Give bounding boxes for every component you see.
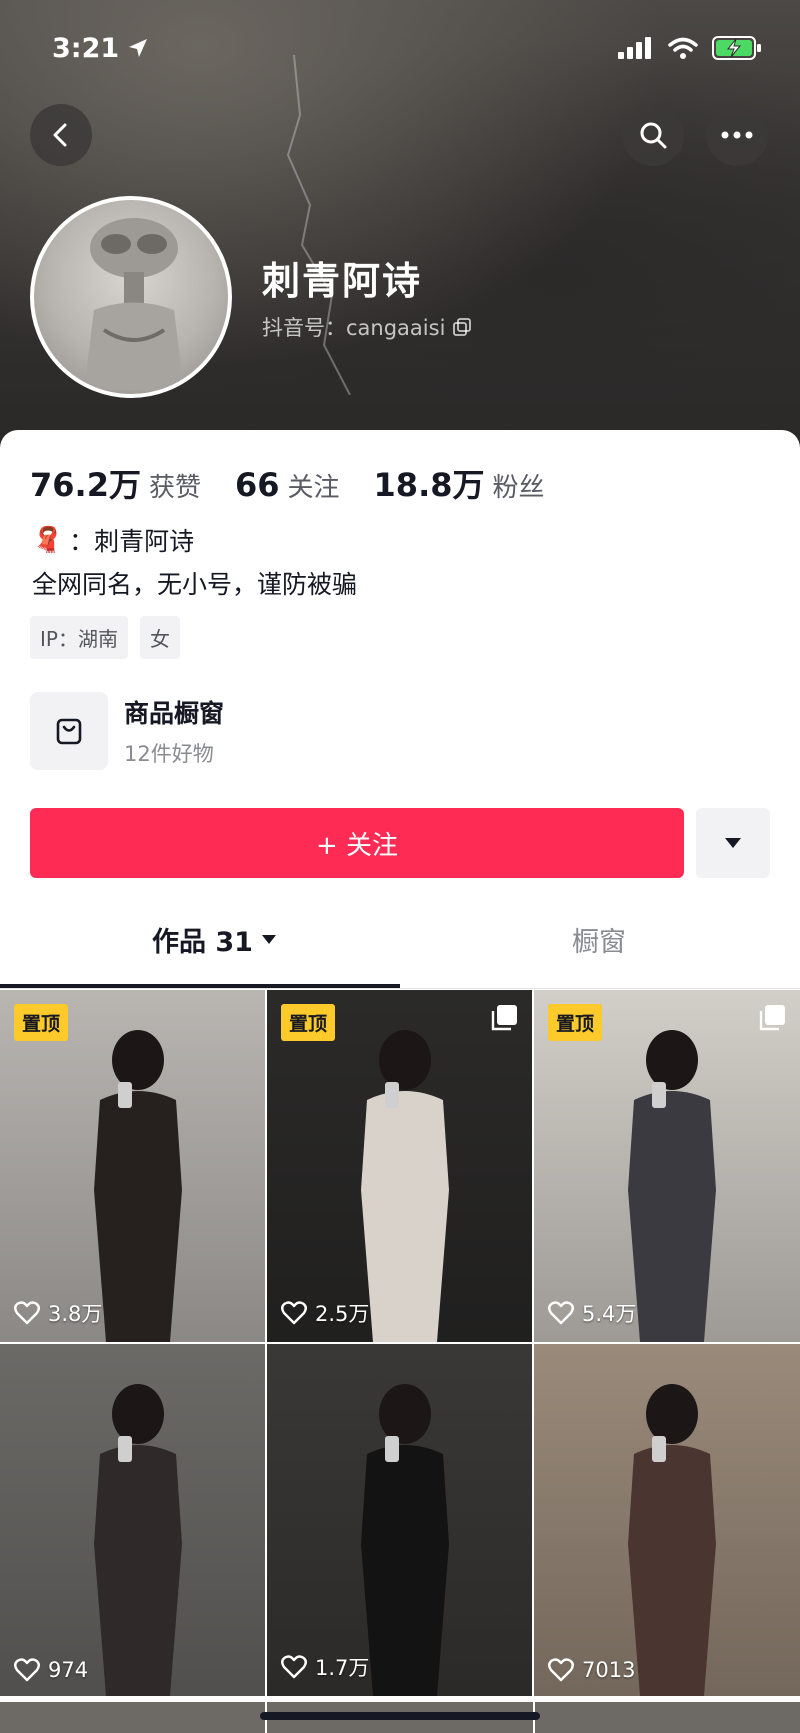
copy-icon[interactable] [453, 318, 472, 336]
battery-charging-icon [712, 36, 761, 60]
post-photo-figure [94, 1030, 182, 1342]
heart-icon [281, 1301, 307, 1325]
more-button[interactable] [706, 104, 768, 166]
back-button[interactable] [30, 104, 92, 166]
shop-subtitle: 12件好物 [124, 742, 214, 766]
lightning-decoration [286, 55, 351, 395]
post-likes: 5.4万 [548, 1298, 636, 1328]
caret-down-icon [261, 935, 276, 944]
tag-gender: 女 [139, 616, 180, 659]
post-thumbnail[interactable]: 1.7万 [267, 1344, 532, 1696]
post-likes-count: 5.4万 [582, 1302, 637, 1326]
post-likes-count: 3.8万 [48, 1302, 103, 1326]
scarf-emoji-icon: 🧣 [32, 525, 64, 554]
tab-divider [0, 988, 800, 989]
post-likes-count: 2.5万 [315, 1302, 370, 1326]
profile-stats: 76.2万 获赞 66 关注 18.8万 粉丝 [30, 460, 545, 506]
heart-icon [281, 1655, 307, 1679]
tab-showcase[interactable]: 橱窗 [572, 920, 626, 959]
pinned-badge: 置顶 [281, 1004, 336, 1041]
profile-cover: 3:21 刺青阿诗 抖音号：cangaaisi [0, 0, 800, 460]
stat-following-count: 66 [234, 466, 280, 504]
tab-works-label: 作品 31 [152, 927, 253, 958]
shop-text: 商品橱窗 12件好物 [124, 694, 224, 768]
tag-ip-location: IP：湖南 [30, 616, 128, 659]
shop-title: 商品橱窗 [124, 699, 225, 728]
post-photo-figure [628, 1384, 716, 1696]
post-thumbnail[interactable]: 974 [0, 1344, 265, 1696]
post-thumbnail[interactable] [534, 1702, 800, 1733]
search-icon [640, 122, 667, 149]
post-likes: 1.7万 [281, 1652, 369, 1682]
profile-name: 刺青阿诗 [262, 259, 423, 303]
multi-image-icon [491, 1005, 517, 1031]
post-likes: 3.8万 [14, 1298, 102, 1328]
status-time-text: 3:21 [52, 32, 120, 64]
stat-followers-label: 粉丝 [492, 473, 545, 503]
more-dots-icon [721, 131, 753, 139]
follow-dropdown-button[interactable] [696, 808, 770, 878]
post-photo-figure [94, 1384, 182, 1696]
status-time: 3:21 [52, 33, 149, 64]
post-likes: 974 [14, 1658, 88, 1682]
tab-showcase-label: 橱窗 [572, 927, 626, 958]
follow-button[interactable]: + 关注 [30, 808, 684, 878]
pinned-badge: 置顶 [14, 1004, 69, 1041]
location-arrow-icon [129, 39, 148, 57]
posts-grid: 置顶 3.8万 置顶 2.5万 置顶 5.4万 974 1.7万 7013 [0, 990, 800, 1696]
bio-line-1-text: ：刺青阿诗 [69, 527, 195, 556]
post-likes-count: 974 [48, 1658, 89, 1682]
profile-id[interactable]: 抖音号：cangaaisi [262, 312, 472, 342]
post-thumbnail[interactable]: 置顶 5.4万 [534, 990, 800, 1342]
stat-followers[interactable]: 18.8万 粉丝 [374, 460, 545, 506]
post-photo-figure [628, 1030, 716, 1342]
heart-icon [14, 1658, 40, 1682]
stat-followers-count: 18.8万 [373, 466, 485, 504]
caret-down-icon [725, 838, 741, 848]
bio-line-1: 🧣 ：刺青阿诗 [32, 522, 194, 558]
multi-image-icon [759, 1005, 785, 1031]
stat-following-label: 关注 [287, 473, 340, 503]
stat-following[interactable]: 66 关注 [235, 466, 340, 504]
post-likes-count: 7013 [582, 1658, 636, 1682]
post-photo-figure [361, 1384, 449, 1696]
shop-showcase-entry[interactable]: 商品橱窗 12件好物 [30, 692, 224, 770]
shop-icon-box [30, 692, 108, 770]
avatar-sculpture-image [84, 218, 184, 390]
avatar[interactable] [30, 196, 232, 398]
post-likes: 7013 [548, 1658, 635, 1682]
wifi-icon [668, 37, 698, 59]
profile-id-text: 抖音号：cangaaisi [262, 316, 446, 340]
stat-likes-count: 76.2万 [30, 466, 141, 504]
post-likes-count: 1.7万 [315, 1656, 370, 1680]
status-bar: 3:21 [0, 28, 800, 68]
signal-icon [618, 37, 651, 59]
stat-likes-label: 获赞 [148, 473, 201, 503]
post-photo-figure [361, 1030, 449, 1342]
bio-line-2: 全网同名，无小号，谨防被骗 [32, 570, 358, 599]
profile-tabs: 作品 31 橱窗 [0, 920, 800, 980]
post-thumbnail[interactable] [0, 1702, 266, 1733]
tab-works[interactable]: 作品 31 [152, 920, 277, 959]
post-thumbnail[interactable]: 置顶 2.5万 [267, 990, 532, 1342]
chevron-left-icon [53, 123, 67, 147]
bag-icon [56, 718, 82, 745]
heart-icon [548, 1301, 574, 1325]
heart-icon [14, 1301, 40, 1325]
profile-tags: IP：湖南 女 [30, 616, 180, 659]
home-indicator [260, 1712, 540, 1720]
post-thumbnail[interactable]: 置顶 3.8万 [0, 990, 265, 1342]
status-icons [618, 36, 762, 60]
stat-likes[interactable]: 76.2万 获赞 [30, 460, 201, 506]
pinned-badge: 置顶 [548, 1004, 603, 1041]
heart-icon [548, 1658, 574, 1682]
post-thumbnail[interactable]: 7013 [534, 1344, 800, 1696]
post-likes: 2.5万 [281, 1298, 369, 1328]
search-button[interactable] [622, 104, 684, 166]
